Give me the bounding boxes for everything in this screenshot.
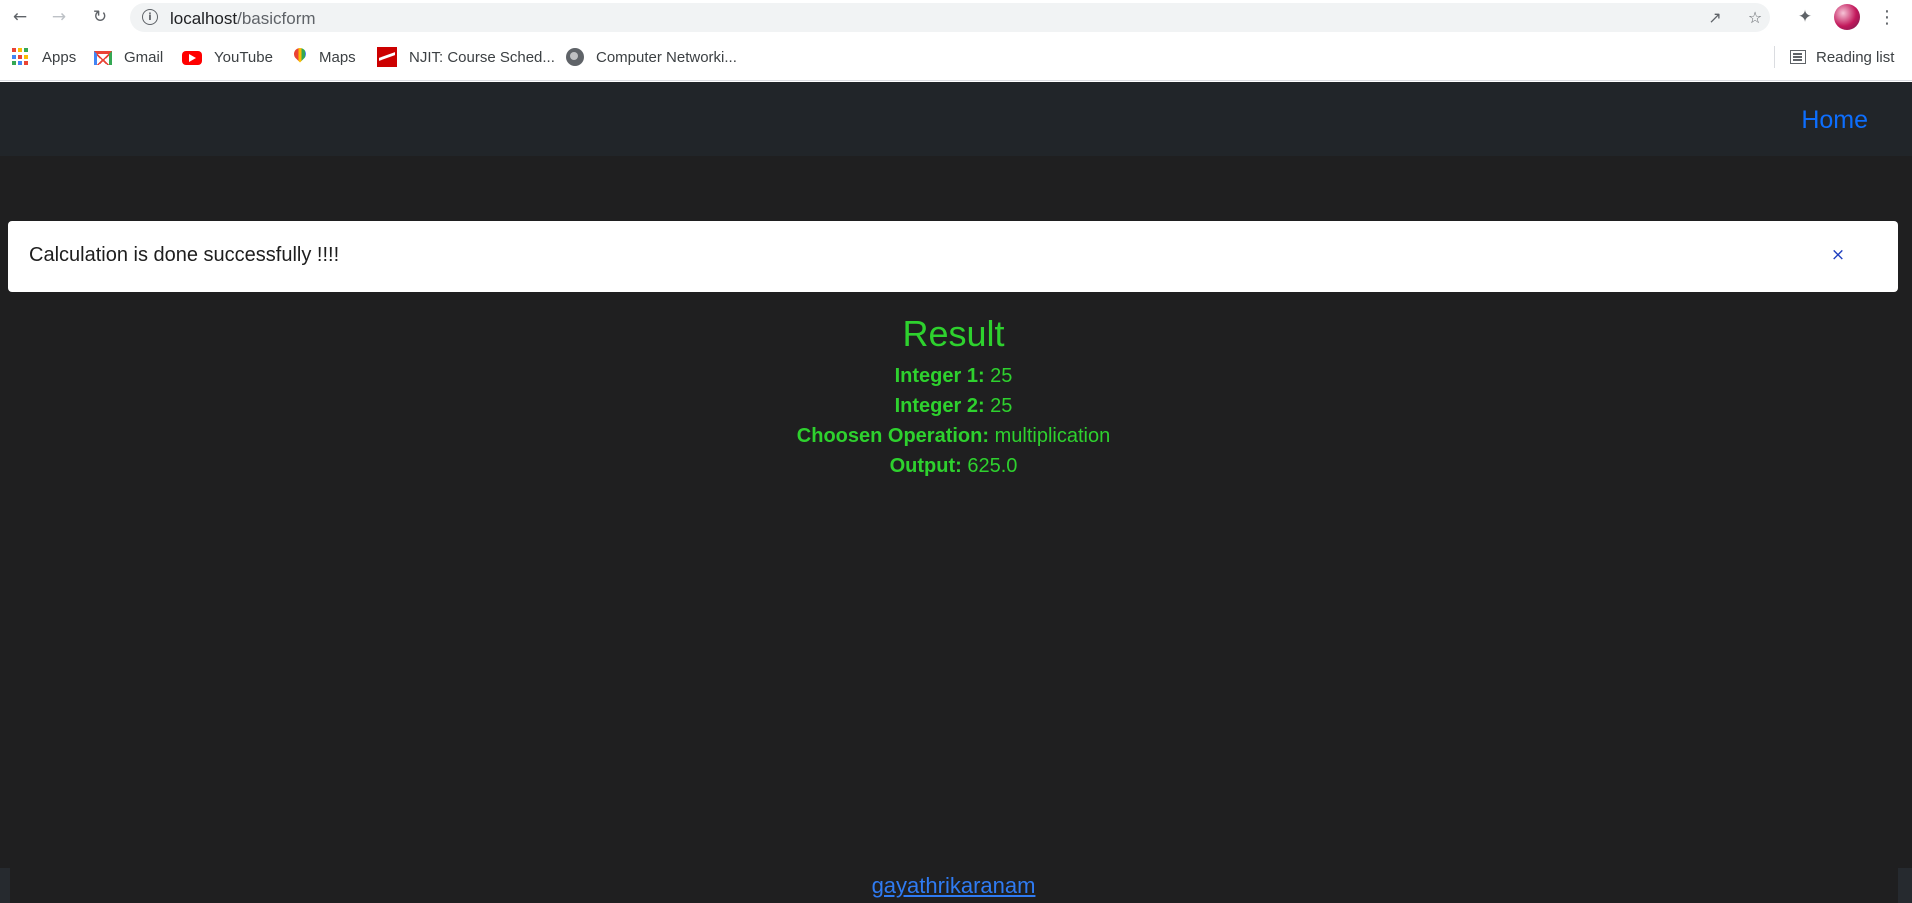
url-host: localhost — [170, 9, 238, 28]
bookmark-computer-networking[interactable]: Computer Networki... — [566, 45, 737, 69]
bookmark-apps[interactable]: Apps — [12, 45, 76, 69]
result-section: Result Integer 1: 25 Integer 2: 25 Choos… — [0, 312, 1907, 481]
result-row-integer-2: Integer 2: 25 — [0, 391, 1907, 421]
result-value: 625.0 — [967, 455, 1018, 477]
globe-icon — [566, 48, 584, 66]
result-label: Integer 2: — [894, 395, 985, 417]
browser-toolbar: ← → ↻ i localhost/basicform ↗ ☆ ✦ ⋮ — [0, 0, 1912, 34]
apps-grid-icon — [12, 48, 30, 66]
result-label: Output: — [889, 455, 962, 477]
bookmark-star-icon[interactable]: ☆ — [1744, 6, 1766, 28]
alert-message: Calculation is done successfully !!!! — [29, 244, 340, 266]
site-info-icon[interactable]: i — [142, 9, 158, 25]
kebab-menu-icon[interactable]: ⋮ — [1876, 6, 1898, 28]
address-bar[interactable]: i localhost/basicform ↗ ☆ — [130, 3, 1770, 32]
bookmark-maps[interactable]: Maps — [293, 45, 356, 69]
result-title: Result — [902, 313, 1005, 354]
success-alert: Calculation is done successfully !!!! × — [8, 221, 1898, 292]
navbar: Home — [0, 82, 1912, 156]
bookmark-njit[interactable]: NJIT: Course Sched... — [377, 45, 555, 69]
njit-icon — [377, 47, 397, 67]
result-row-integer-1: Integer 1: 25 — [0, 361, 1907, 391]
result-label: Choosen Operation: — [796, 425, 990, 447]
bookmark-youtube[interactable]: YouTube — [182, 45, 273, 69]
reload-icon[interactable]: ↻ — [89, 6, 111, 28]
nav-home-link[interactable]: Home — [1801, 106, 1868, 135]
gmail-icon — [94, 51, 112, 65]
result-row-operation: Choosen Operation: multiplication — [0, 421, 1907, 451]
result-value: 25 — [990, 395, 1013, 417]
url-path: /basicform — [237, 9, 316, 28]
bookmark-gmail[interactable]: Gmail — [94, 45, 163, 69]
address-bar-url[interactable]: localhost/basicform — [170, 9, 316, 29]
footer: gayathrikaranam — [0, 873, 1907, 899]
result-value: multiplication — [994, 425, 1111, 447]
result-label: Integer 1: — [894, 365, 985, 387]
bookmark-label: Apps — [42, 48, 77, 66]
result-row-output: Output: 625.0 — [0, 451, 1907, 481]
bookmark-label: Maps — [319, 48, 356, 66]
extensions-puzzle-icon[interactable]: ✦ — [1794, 6, 1816, 28]
bookmark-label: Gmail — [124, 48, 164, 66]
bookmark-label: YouTube — [214, 48, 273, 66]
youtube-icon — [182, 51, 202, 65]
bookmarks-divider — [1774, 46, 1775, 68]
profile-avatar[interactable] — [1834, 4, 1860, 30]
bookmark-label: Computer Networki... — [596, 48, 737, 66]
alert-close-button[interactable]: × — [1828, 245, 1848, 265]
reading-list-button[interactable]: Reading list — [1790, 45, 1894, 69]
back-arrow-icon[interactable]: ← — [9, 6, 31, 28]
result-value: 25 — [990, 365, 1013, 387]
share-icon[interactable]: ↗ — [1704, 6, 1726, 28]
page-viewport: Home Calculation is done successfully !!… — [0, 82, 1912, 903]
bookmarks-bar: Apps Gmail YouTube Maps NJIT: Course Sch… — [0, 34, 1912, 81]
maps-icon — [293, 48, 307, 66]
bookmark-label: NJIT: Course Sched... — [409, 48, 555, 66]
forward-arrow-icon[interactable]: → — [48, 6, 70, 28]
footer-author-link[interactable]: gayathrikaranam — [872, 873, 1036, 898]
reading-list-label: Reading list — [1816, 48, 1895, 66]
reading-list-icon — [1790, 50, 1806, 64]
